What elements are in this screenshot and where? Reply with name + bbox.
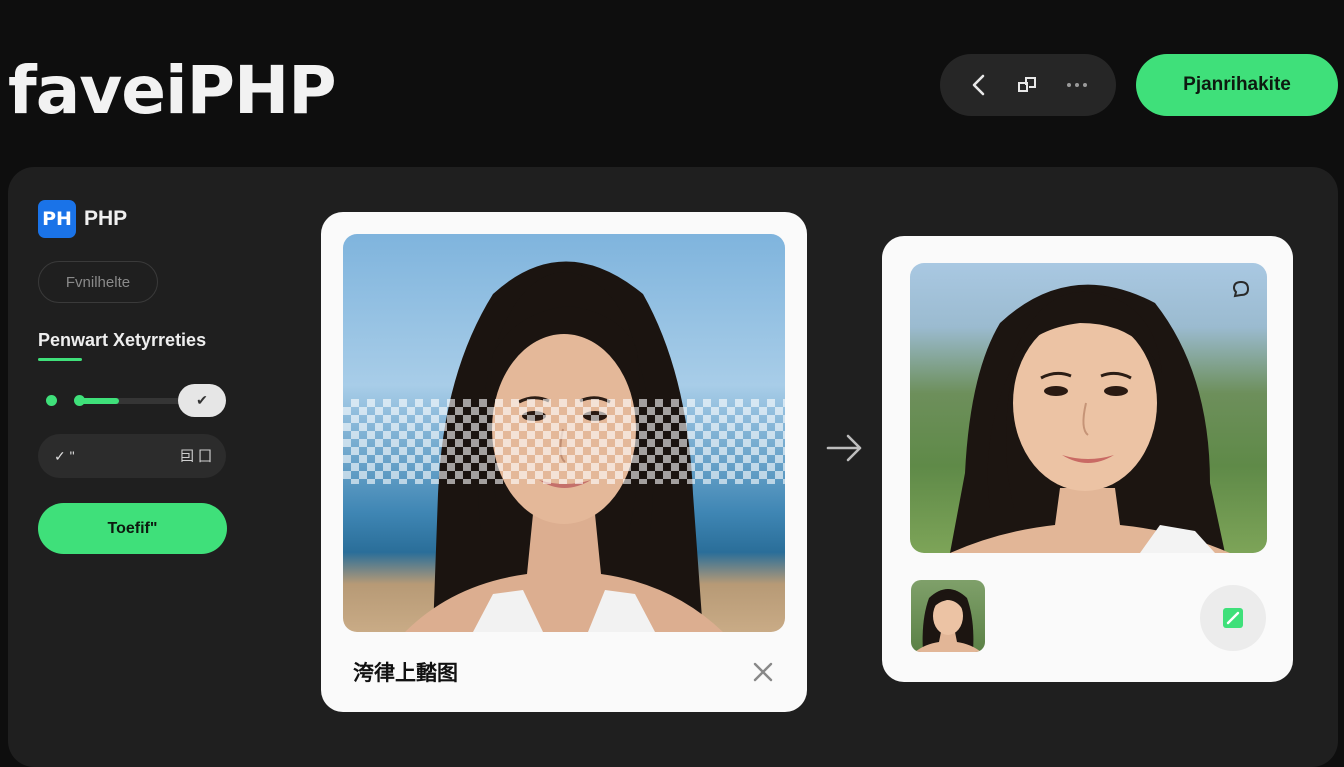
transparency-checker-overlay bbox=[343, 399, 785, 484]
slider-dot bbox=[46, 395, 57, 406]
share-icon[interactable] bbox=[1011, 68, 1045, 102]
upload-footer: 洿律上濌图 bbox=[321, 632, 807, 712]
logo-text: PHP bbox=[84, 207, 128, 230]
chat-icon[interactable] bbox=[1229, 277, 1253, 301]
slider-knob[interactable] bbox=[74, 395, 85, 406]
thumbnail-image[interactable] bbox=[911, 580, 985, 652]
result-portrait-image bbox=[910, 263, 1267, 553]
top-nav-group bbox=[940, 54, 1116, 116]
check-square-icon[interactable] bbox=[1200, 585, 1266, 651]
upload-card[interactable]: 洿律上濌图 bbox=[321, 212, 807, 712]
top-cta-button[interactable]: Pjanrihakite bbox=[1136, 54, 1338, 116]
uploaded-portrait-image bbox=[343, 234, 785, 632]
slider-confirm-button[interactable]: ✔ bbox=[178, 384, 226, 417]
brand-title: faveiPHP bbox=[8, 52, 337, 129]
sidebar-logo: PH PHP bbox=[38, 200, 127, 238]
php-logo-icon: PH bbox=[38, 200, 76, 238]
slider-fill bbox=[80, 398, 119, 404]
upload-label: 洿律上濌图 bbox=[353, 661, 458, 685]
option-row[interactable]: ✓ " 囙 囗 bbox=[38, 434, 226, 478]
result-card bbox=[882, 236, 1293, 682]
option-right: 囙 囗 bbox=[180, 448, 212, 464]
section-underline bbox=[38, 358, 82, 361]
more-icon[interactable] bbox=[1060, 68, 1094, 102]
sidebar-pill-button[interactable]: Fvnilhelte bbox=[38, 261, 158, 303]
arrow-right-icon bbox=[826, 432, 864, 469]
back-arrow-icon[interactable] bbox=[962, 68, 996, 102]
close-icon[interactable] bbox=[749, 658, 777, 686]
option-left: ✓ " bbox=[54, 447, 75, 464]
section-title: Penwart Xetyrreties bbox=[38, 330, 207, 350]
sidebar-action-button[interactable]: Toefif" bbox=[38, 503, 227, 554]
adjustment-slider[interactable]: ✔ bbox=[38, 384, 228, 418]
slider-button-text: ✔ bbox=[196, 392, 208, 408]
